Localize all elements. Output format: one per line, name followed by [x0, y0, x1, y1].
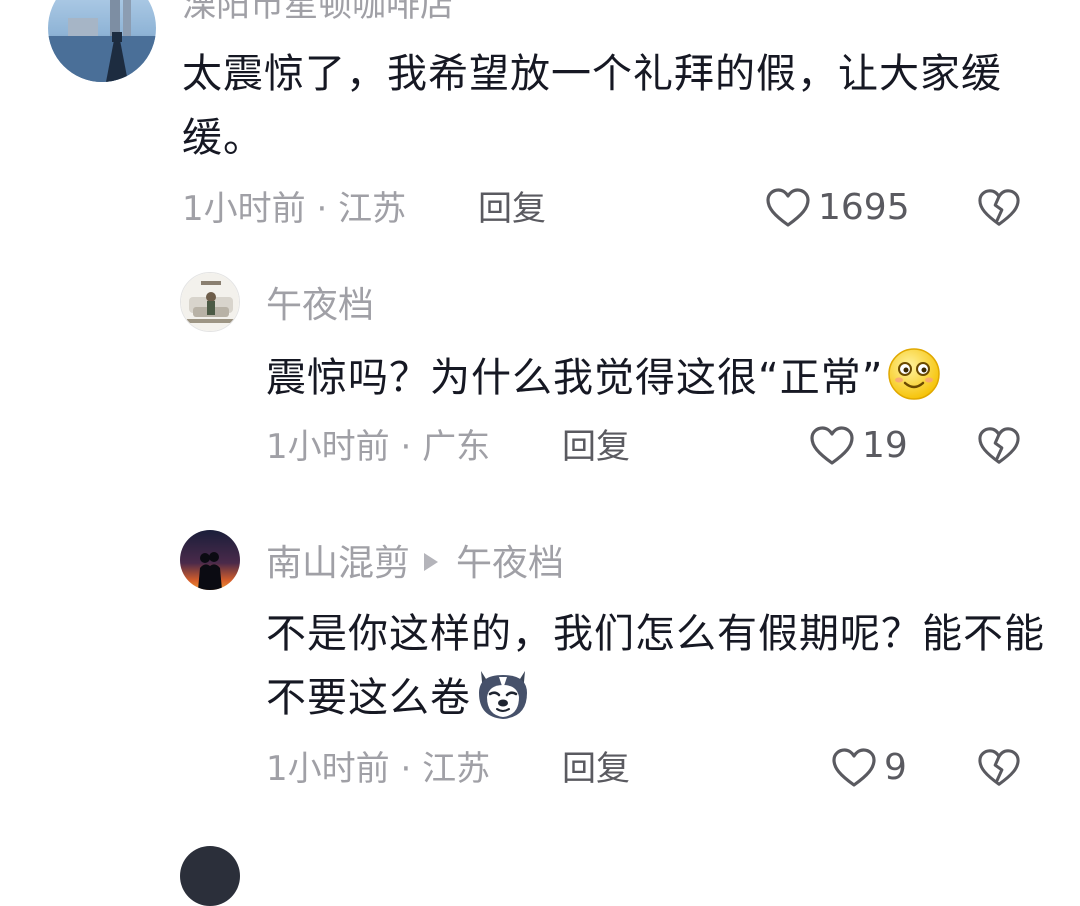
heart-outline-icon — [832, 748, 876, 787]
comment-author: 南山混剪 午夜档 — [266, 546, 564, 582]
reply-item: 南山混剪 午夜档 不是你这样的，我们怎么有假期呢？能不能不要这么卷 1小时前 · … — [0, 500, 1080, 800]
reply-button[interactable]: 回复 — [562, 752, 630, 786]
dislike-button[interactable] — [978, 748, 1020, 792]
meta-separator: · — [316, 189, 339, 229]
comment-item: 溧阳市星顿咖啡店 太震惊了，我希望放一个礼拜的假，让大家缓缓。 1小时前 · 江… — [0, 0, 1080, 250]
comment-meta: 1小时前 · 江苏 — [266, 752, 490, 786]
comment-text-content: 不是你这样的，我们怎么有假期呢？能不能不要这么卷 — [266, 611, 1045, 721]
heart-outline-icon — [810, 426, 854, 465]
reply-arrow-icon — [424, 553, 439, 571]
heart-outline-icon — [766, 188, 810, 227]
comment-text-content: 太震惊了，我希望放一个礼拜的假，让大家缓缓。 — [182, 51, 1002, 161]
avatar[interactable] — [180, 846, 240, 906]
like-button[interactable]: 9 — [832, 748, 907, 788]
comment-text: 震惊吗？为什么我觉得这很“正常” — [266, 346, 1036, 420]
comment-author[interactable]: 溧阳市星顿咖啡店 — [182, 0, 454, 22]
comment-meta: 1小时前 · 江苏 — [182, 192, 406, 226]
comment-location: 江苏 — [422, 749, 491, 789]
reply-button[interactable]: 回复 — [562, 430, 630, 464]
meta-separator: · — [400, 427, 423, 467]
comment-location: 广东 — [422, 427, 491, 467]
reply-button[interactable]: 回复 — [478, 192, 546, 226]
like-count: 9 — [884, 747, 907, 788]
broken-heart-icon — [978, 189, 1020, 226]
dislike-button[interactable] — [978, 426, 1020, 470]
smile-emoji — [887, 347, 941, 420]
broken-heart-icon — [978, 427, 1020, 464]
comment-text-content: 震惊吗？为什么我觉得这很“正常” — [266, 355, 884, 401]
reply-to-name[interactable]: 午夜档 — [456, 543, 564, 584]
comment-author[interactable]: 午夜档 — [266, 288, 374, 324]
avatar[interactable] — [180, 530, 240, 590]
reply-item: 午夜档 震惊吗？为什么我觉得这很“正常” 1小时前 · 广东 回复 19 — [0, 250, 1080, 500]
author-name[interactable]: 南山混剪 — [266, 543, 410, 584]
comment-time: 1小时前 — [266, 427, 390, 467]
avatar[interactable] — [180, 272, 240, 332]
avatar[interactable] — [48, 0, 156, 82]
comment-meta: 1小时前 · 广东 — [266, 430, 490, 464]
comment-text: 不是你这样的，我们怎么有假期呢？能不能不要这么卷 — [266, 602, 1046, 740]
comment-time: 1小时前 — [266, 749, 390, 789]
meta-separator: · — [400, 749, 423, 789]
comment-time: 1小时前 — [182, 189, 306, 229]
like-count: 1695 — [818, 187, 910, 228]
broken-heart-icon — [978, 749, 1020, 786]
like-button[interactable]: 19 — [810, 426, 908, 466]
comment-location: 江苏 — [338, 189, 407, 229]
comment-text: 太震惊了，我希望放一个礼拜的假，让大家缓缓。 — [182, 42, 1022, 170]
like-count: 19 — [862, 425, 908, 466]
husky-emoji — [475, 667, 531, 740]
like-button[interactable]: 1695 — [766, 188, 910, 228]
dislike-button[interactable] — [978, 188, 1020, 232]
